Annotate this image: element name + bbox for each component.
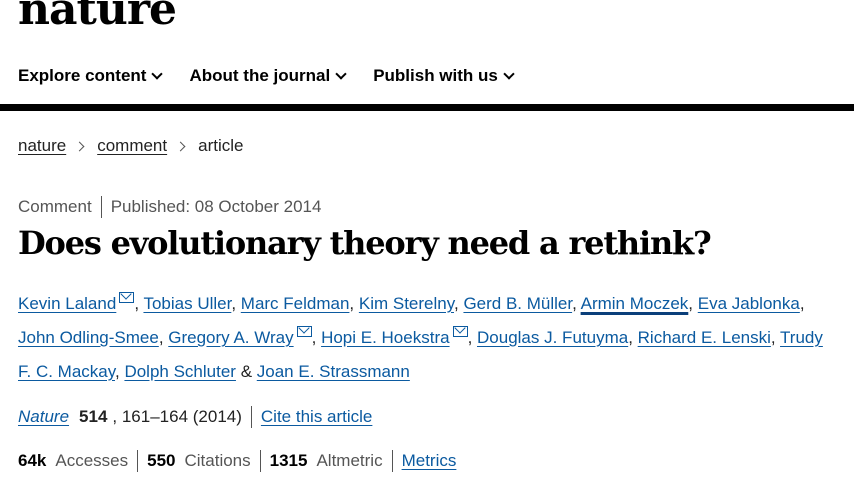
ampersand: & xyxy=(240,362,253,381)
author-link[interactable]: John Odling-Smee xyxy=(18,328,159,347)
nature-logo[interactable]: nature xyxy=(18,0,177,32)
publish-date: Published: 08 October 2014 xyxy=(110,197,322,216)
divider xyxy=(250,406,252,428)
breadcrumb-article: article xyxy=(198,136,244,155)
chevron-right-icon xyxy=(175,141,186,151)
altmetric-count: 1315 xyxy=(269,451,308,470)
citation: Nature 514 , 161–164 (2014) Cite this ar… xyxy=(18,406,372,428)
chevron-down-icon xyxy=(151,67,164,80)
cite-this-article-link[interactable]: Cite this article xyxy=(261,407,372,427)
author-list: Kevin Laland, Tobias Uller, Marc Feldman… xyxy=(18,292,823,381)
article-title: Does evolutionary theory need a rethink? xyxy=(18,224,712,262)
accesses-count: 64k xyxy=(18,451,47,470)
journal-link[interactable]: Nature xyxy=(18,407,69,427)
author-link[interactable]: Hopi E. Hoekstra xyxy=(321,328,450,347)
breadcrumb: nature comment article xyxy=(18,136,243,156)
divider xyxy=(391,450,393,472)
accesses-label: Accesses xyxy=(55,451,129,470)
author-link[interactable]: Kim Sterelny xyxy=(359,294,454,313)
divider xyxy=(100,196,102,218)
citations-label: Citations xyxy=(184,451,251,470)
article-meta: Comment Published: 08 October 2014 xyxy=(18,196,321,218)
breadcrumb-nature[interactable]: nature xyxy=(18,136,66,156)
author-link[interactable]: Armin Moczek xyxy=(581,294,689,313)
author-link[interactable]: Eva Jablonka xyxy=(698,294,800,313)
author-link[interactable]: Douglas J. Futuyma xyxy=(477,328,628,347)
main-nav: Explore content About the journal Publis… xyxy=(18,66,515,86)
nav-about-journal[interactable]: About the journal xyxy=(189,66,347,86)
author-link[interactable]: Gregory A. Wray xyxy=(168,328,293,347)
author-link[interactable]: Marc Feldman xyxy=(241,294,350,313)
divider xyxy=(259,450,261,472)
author-link[interactable]: Joan E. Strassmann xyxy=(257,362,410,381)
mail-icon[interactable] xyxy=(119,292,135,303)
author-link[interactable]: Tobias Uller xyxy=(143,294,231,313)
metrics-link[interactable]: Metrics xyxy=(402,451,457,471)
chevron-right-icon xyxy=(74,141,85,151)
header-divider xyxy=(0,104,854,111)
chevron-down-icon xyxy=(335,67,347,80)
breadcrumb-comment[interactable]: comment xyxy=(97,136,167,156)
volume: 514 xyxy=(79,407,108,426)
nav-publish-with-us[interactable]: Publish with us xyxy=(373,66,515,86)
author-link[interactable]: Dolph Schluter xyxy=(124,362,236,381)
chevron-down-icon xyxy=(503,67,515,80)
mail-icon[interactable] xyxy=(452,326,468,337)
altmetric-label: Altmetric xyxy=(316,451,383,470)
mail-icon[interactable] xyxy=(296,326,312,337)
author-link[interactable]: Kevin Laland xyxy=(18,294,116,313)
nav-label: Publish with us xyxy=(373,66,498,85)
nav-label: About the journal xyxy=(189,66,331,85)
pages: , 161–164 (2014) xyxy=(112,407,242,426)
article-metrics: 64k Accesses 550 Citations 1315 Altmetri… xyxy=(18,450,456,472)
divider xyxy=(137,450,139,472)
citations-count: 550 xyxy=(147,451,176,470)
author-link[interactable]: Richard E. Lenski xyxy=(638,328,771,347)
nav-label: Explore content xyxy=(18,66,147,85)
nav-explore-content[interactable]: Explore content xyxy=(18,66,164,86)
author-link[interactable]: Gerd B. Müller xyxy=(463,294,572,313)
article-type: Comment xyxy=(18,197,92,216)
